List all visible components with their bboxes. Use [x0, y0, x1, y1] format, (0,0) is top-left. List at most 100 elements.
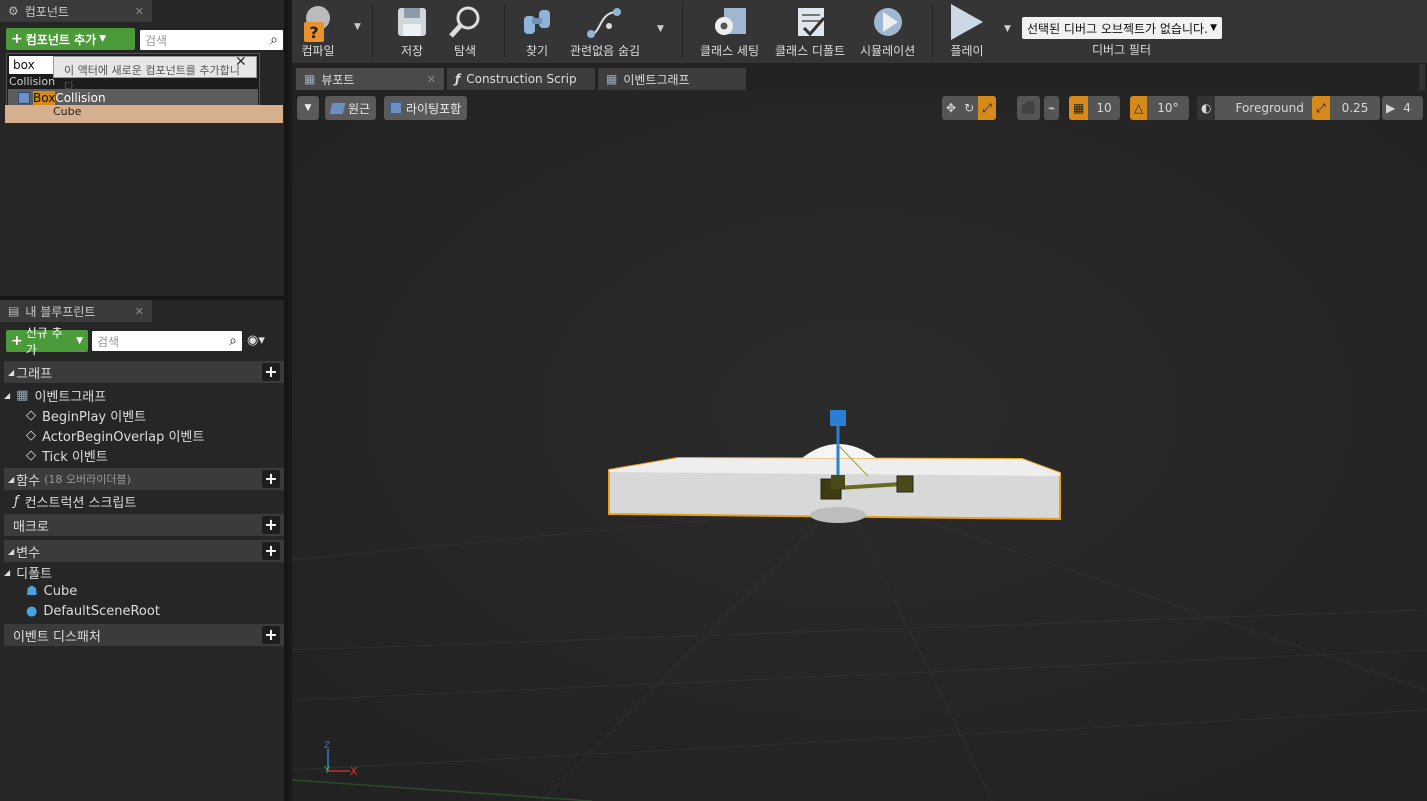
search-placeholder: 검색 — [97, 334, 120, 349]
transform-mode-group: ✥ ↻ ⤢ — [942, 96, 996, 120]
viewport-options-button[interactable]: ▼ — [297, 96, 319, 120]
add-component-dropdown: box 이 액터에 새로운 컴포넌트를 추가합니다. ✕ Collision B… — [6, 53, 260, 108]
book-icon: ▤ — [8, 304, 20, 318]
my-blueprint-label: 내 블루프린트 — [25, 304, 96, 319]
section-graph[interactable]: ◢ 그래프 + — [4, 361, 284, 383]
simulation-button[interactable]: 시뮬레이션 — [860, 2, 915, 59]
toolbar: ? 컴파일 ▼ 저장 탐색 찾기 관련없음 숨김 ▼ 클래스 세팅 클래스 디폴… — [292, 0, 1427, 64]
grid-snap-value: 10 — [1096, 101, 1112, 115]
close-icon[interactable]: ✕ — [235, 54, 247, 70]
class-settings-button[interactable]: 클래스 세팅 — [700, 2, 759, 59]
chevron-down-icon: ▼ — [99, 34, 107, 44]
search-icon[interactable]: ⌕ — [229, 333, 237, 349]
surface-snap-button[interactable]: ⌁ — [1044, 96, 1060, 120]
move-icon[interactable]: ✥ — [942, 96, 960, 120]
blueprint-search-input[interactable]: 검색 ⌕ — [92, 331, 242, 351]
world-icon: ⬛ — [1021, 101, 1036, 115]
close-icon[interactable]: ✕ — [135, 305, 144, 318]
camera-speed-group[interactable]: ▶ 4 — [1382, 96, 1423, 120]
scale-icon[interactable]: ⤢ — [978, 96, 996, 120]
perspective-button[interactable]: 원근 — [325, 96, 377, 120]
find-button[interactable]: 찾기 — [517, 2, 557, 59]
rotation-snap-group[interactable]: △ 10° — [1130, 96, 1189, 120]
debug-object-select[interactable]: 선택된 디버그 오브젝트가 없습니다. ▼ — [1022, 17, 1222, 39]
chevron-down-icon[interactable]: ▼ — [1004, 24, 1011, 34]
lighting-mode-button[interactable]: 라이팅포함 — [384, 96, 468, 120]
chevron-down-icon[interactable]: ▼ — [657, 24, 664, 34]
add-component-label: 컴포넌트 추가 — [25, 32, 97, 47]
section-variables[interactable]: ◢ 변수 + — [4, 540, 284, 562]
section-dispatchers[interactable]: 이벤트 디스패처 + — [4, 624, 284, 646]
section-defaults[interactable]: ◢ 디폴트 — [4, 562, 52, 582]
close-icon[interactable]: ✕ — [135, 5, 144, 18]
my-blueprint-tab[interactable]: ▤ 내 블루프린트 ✕ — [0, 300, 152, 322]
tab-construction-script[interactable]: ƒ Construction Scrip — [447, 68, 595, 90]
add-macro-button[interactable]: + — [262, 516, 280, 534]
event-graph-item[interactable]: ◢ ▦ 이벤트그래프 — [4, 385, 106, 405]
components-tab[interactable]: ⚙ 컴포넌트 ✕ — [0, 0, 152, 22]
static-mesh-icon: ☗ — [26, 583, 38, 599]
component-filter-input[interactable]: box — [9, 56, 53, 74]
compile-button[interactable]: ? 컴파일 — [298, 2, 338, 59]
grid-snap-group[interactable]: ▦ 10 — [1069, 96, 1120, 120]
add-new-button[interactable]: + 신규 추가 ▼ — [6, 326, 88, 357]
scale-snap-group[interactable]: ⤢ 0.25 — [1312, 96, 1381, 120]
rotate-icon[interactable]: ↻ — [960, 96, 978, 120]
close-icon[interactable]: ✕ — [427, 73, 436, 86]
section-label: 그래프 — [16, 366, 53, 382]
layer-group[interactable]: ◐ Foreground — [1197, 96, 1324, 120]
event-item[interactable]: ◇ BeginPlay 이벤트 — [4, 405, 146, 425]
axis-x-label: X — [350, 765, 358, 778]
add-dispatcher-button[interactable]: + — [262, 626, 280, 644]
camera-icon: ▶ — [1386, 101, 1396, 115]
construction-script-item[interactable]: ƒ 컨스트럭션 스크립트 — [4, 491, 136, 511]
default-item[interactable]: ● DefaultSceneRoot — [4, 601, 160, 621]
chevron-down-icon[interactable]: ▼ — [354, 22, 361, 32]
default-item-label: Cube — [43, 583, 78, 599]
search-icon[interactable]: ⌕ — [270, 32, 278, 48]
add-component-button[interactable]: + 컴포넌트 추가 ▼ — [6, 28, 135, 50]
play-label: 플레이 — [950, 44, 984, 58]
scene-component-icon: ● — [26, 603, 38, 619]
construction-label: 컨스트럭션 스크립트 — [24, 495, 137, 511]
diamond-icon: ◇ — [26, 447, 36, 463]
suggestion-rest: Collision — [55, 91, 106, 105]
add-graph-button[interactable]: + — [262, 363, 280, 381]
tab-label: 이벤트그래프 — [623, 72, 690, 87]
function-icon: ƒ — [14, 493, 19, 509]
graph-icon: ▦ — [16, 387, 29, 403]
tab-label: Construction Scrip — [466, 72, 577, 86]
save-button[interactable]: 저장 — [392, 2, 432, 59]
tab-viewport[interactable]: ▦ 뷰포트 ✕ — [296, 68, 444, 90]
diamond-icon: ◇ — [26, 427, 36, 443]
browse-button[interactable]: 탐색 — [445, 2, 485, 59]
scrollbar[interactable] — [1419, 64, 1425, 90]
event-item[interactable]: ◇ Tick 이벤트 — [4, 445, 108, 465]
eye-icon[interactable]: ◉▾ — [247, 333, 265, 348]
play-button[interactable]: 플레이 — [947, 2, 987, 59]
class-defaults-button[interactable]: 클래스 디폴트 — [775, 2, 845, 59]
chevron-down-icon: ▼ — [76, 336, 83, 346]
functions-sub: (18 오버라이더블) — [44, 473, 131, 486]
hide-unrelated-button[interactable]: 관련없음 숨김 — [570, 2, 640, 59]
divider — [932, 4, 933, 58]
suggestion-highlight: Box — [33, 91, 56, 105]
lit-cube-icon — [390, 102, 402, 114]
document-tabs: ▦ 뷰포트 ✕ ƒ Construction Scrip ▦ 이벤트그래프 — [292, 64, 1427, 90]
component-search-input[interactable]: 검색 ⌕ — [140, 30, 283, 50]
event-item[interactable]: ◇ ActorBeginOverlap 이벤트 — [4, 425, 204, 445]
coordinate-space-button[interactable]: ⬛ — [1017, 96, 1040, 120]
default-item[interactable]: ☗ Cube — [4, 581, 77, 601]
add-variable-button[interactable]: + — [262, 542, 280, 560]
viewport[interactable]: ▼ 원근 라이팅포함 ✥ ↻ ⤢ ⬛ ⌁ ▦ 10 △ 10° ◐ Foregr… — [292, 90, 1427, 801]
section-label: 변수 — [16, 545, 41, 561]
find-label: 찾기 — [525, 44, 549, 58]
section-functions[interactable]: ◢ 함수 (18 오버라이더블) + — [4, 468, 284, 490]
tab-event-graph[interactable]: ▦ 이벤트그래프 — [598, 68, 746, 90]
divider — [504, 4, 505, 58]
collapse-icon: ◢ — [8, 546, 15, 556]
tree-row-cube[interactable]: Cube — [5, 105, 283, 123]
section-macros[interactable]: 매크로 + — [4, 514, 284, 536]
add-function-button[interactable]: + — [262, 470, 280, 488]
compile-label: 컴파일 — [301, 44, 335, 58]
